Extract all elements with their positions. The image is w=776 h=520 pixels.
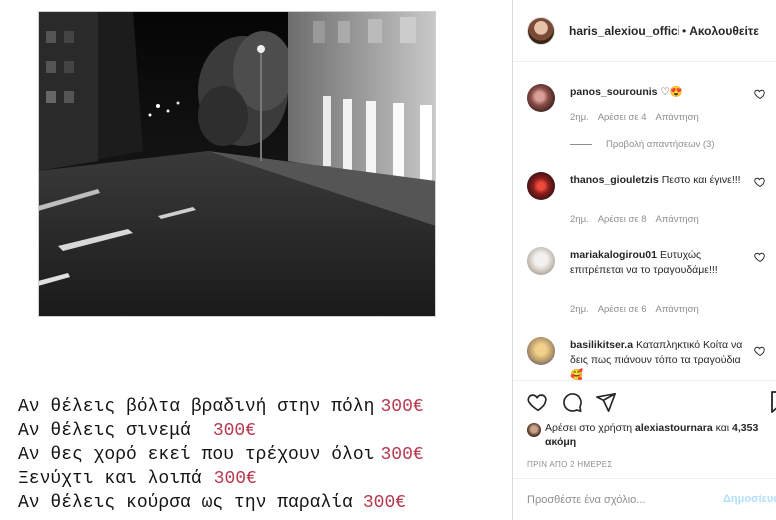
- comment-body: thanos_giouletzis Πεστο και έγινε!!!: [570, 173, 746, 188]
- post-actions: Αρέσει στο χρήστη alexiastournara και 4,…: [513, 380, 776, 478]
- view-replies-button[interactable]: Προβολή απαντήσεων (3): [570, 139, 715, 150]
- liker-avatar[interactable]: [527, 423, 541, 437]
- commenter-avatar[interactable]: [527, 84, 555, 112]
- comment-time: 2ημ.: [570, 112, 589, 123]
- post-side-panel: haris_alexiou_official • Ακολουθείτε pan…: [513, 0, 776, 520]
- like-comment-heart-icon[interactable]: [754, 251, 766, 263]
- publish-button[interactable]: Δημοσίευση: [723, 493, 776, 505]
- post-media: Αν θέλεις βόλτα βραδινή στην πόλη 300€ Αν…: [0, 0, 512, 520]
- price-tag: 300€: [362, 493, 407, 513]
- price-tag: 300€: [212, 421, 257, 441]
- post-header: haris_alexiou_official • Ακολουθείτε: [513, 0, 776, 62]
- header-separator: •: [682, 23, 687, 38]
- caption-line: Αν θέλεις βόλτα βραδινή στην πόλη 300€: [18, 397, 424, 417]
- replies-dash: [570, 144, 592, 145]
- comments-list[interactable]: panos_sourounis ♡😍 2ημ. Αρέσει σε 4 Απάντησ…: [513, 62, 776, 380]
- comment-time: 2ημ.: [570, 304, 589, 315]
- comment-body: mariakalogirou01 Ευτυχώς επιτρέπεται να τ…: [570, 248, 746, 278]
- reply-button[interactable]: Απάντηση: [656, 214, 699, 225]
- price-tag: 300€: [380, 397, 424, 417]
- comment-bubble-icon[interactable]: [561, 391, 583, 413]
- commenter-avatar[interactable]: [527, 247, 555, 275]
- caption-line: Αν θες χορό εκεί που τρέχουν όλοι 300€: [18, 445, 424, 465]
- commenter-username[interactable]: panos_sourounis: [570, 86, 658, 98]
- reply-button[interactable]: Απάντηση: [656, 304, 699, 315]
- comment-body: basilikitser.a Καταπληκτικό Κοίτα να δεις…: [570, 338, 746, 380]
- post-caption-text: Αν θέλεις βόλτα βραδινή στην πόλη 300€ Αν…: [18, 395, 508, 515]
- caption-line: Ξενύχτι και λοιπά 300€: [18, 469, 257, 489]
- reply-button[interactable]: Απάντηση: [656, 112, 699, 123]
- following-button[interactable]: Ακολουθείτε: [689, 24, 759, 38]
- liker-username[interactable]: alexiastournara: [635, 422, 713, 434]
- like-heart-icon[interactable]: [527, 391, 549, 413]
- price-tag: 300€: [213, 469, 257, 489]
- comment-text: Πεστο και έγινε!!!: [661, 174, 741, 186]
- comment-likes-link[interactable]: Αρέσει σε 8: [598, 214, 647, 225]
- comment-meta: 2ημ. Αρέσει σε 8 Απάντηση: [570, 214, 708, 225]
- commenter-username[interactable]: basilikitser.a: [570, 339, 633, 351]
- like-comment-heart-icon[interactable]: [754, 88, 766, 100]
- comment-likes-link[interactable]: Αρέσει σε 6: [598, 304, 647, 315]
- post-date[interactable]: ΠΡΙΝ ΑΠΟ 2 ΗΜΕΡΕΣ: [527, 460, 613, 469]
- price-tag: 300€: [380, 445, 424, 465]
- likes-prefix: Αρέσει στο χρήστη: [545, 422, 633, 434]
- comment-body: panos_sourounis ♡😍: [570, 85, 746, 100]
- commenter-username[interactable]: mariakalogirou01: [570, 249, 657, 261]
- comment-meta: 2ημ. Αρέσει σε 6 Απάντηση: [570, 304, 708, 315]
- commenter-username[interactable]: thanos_giouletzis: [570, 174, 659, 186]
- like-comment-heart-icon[interactable]: [754, 176, 766, 188]
- caption-line: Αν θέλεις κούρσα ως την παραλία 300€: [18, 493, 407, 513]
- likes-summary: Αρέσει στο χρήστη alexiastournara και 4,…: [527, 421, 772, 449]
- save-bookmark-icon[interactable]: [771, 391, 776, 413]
- commenter-avatar[interactable]: [527, 337, 555, 365]
- commenter-avatar[interactable]: [527, 172, 555, 200]
- comment-likes-link[interactable]: Αρέσει σε 4: [598, 112, 647, 123]
- comment-input[interactable]: [527, 491, 717, 509]
- action-icons-row: [527, 391, 617, 415]
- comment-meta: 2ημ. Αρέσει σε 4 Απάντηση: [570, 112, 708, 123]
- author-username[interactable]: haris_alexiou_official: [569, 24, 679, 38]
- caption-line: Αν θέλεις σινεμά 300€: [18, 421, 257, 441]
- comment-time: 2ημ.: [570, 214, 589, 225]
- like-comment-heart-icon[interactable]: [754, 345, 766, 357]
- likes-and: και: [715, 422, 730, 434]
- add-comment-bar: Δημοσίευση: [513, 478, 776, 520]
- comment-text: ♡😍: [660, 86, 684, 98]
- author-avatar[interactable]: [527, 16, 555, 45]
- share-plane-icon[interactable]: [595, 391, 617, 413]
- street-night-photo: [38, 11, 436, 317]
